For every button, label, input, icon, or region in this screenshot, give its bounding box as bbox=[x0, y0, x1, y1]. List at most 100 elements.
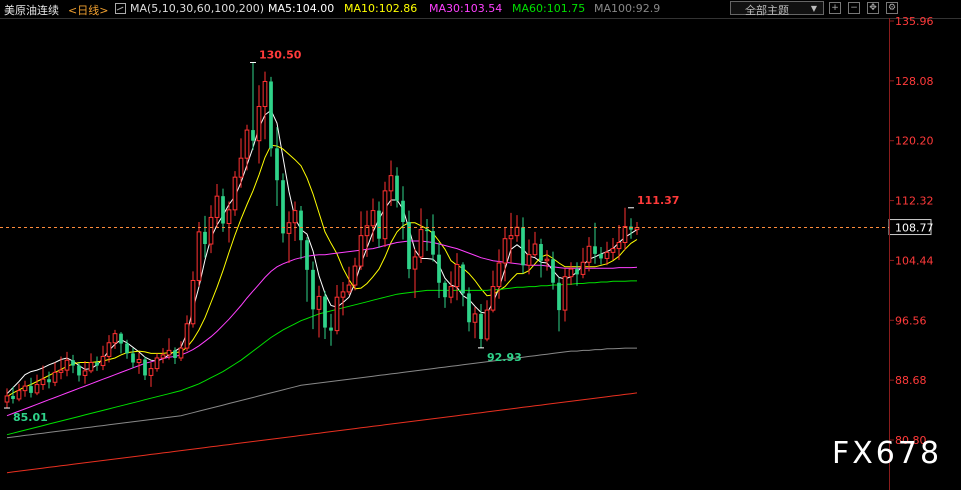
candle-body bbox=[616, 242, 622, 250]
candle-body bbox=[448, 286, 454, 298]
candle-body bbox=[214, 195, 220, 218]
candle bbox=[77, 362, 81, 382]
candle-body bbox=[532, 243, 538, 256]
candle-body bbox=[238, 157, 244, 178]
candle bbox=[269, 76, 273, 157]
candle-body bbox=[203, 231, 207, 245]
candle-body bbox=[526, 254, 532, 266]
candle bbox=[532, 231, 538, 257]
candlestick-chart[interactable]: 108.77 130.50 111.37 92.93 85.01 135.96 128.… bbox=[0, 0, 961, 490]
candle bbox=[407, 210, 411, 279]
candle bbox=[461, 262, 465, 307]
moving-average-lines bbox=[6, 109, 638, 474]
candle-body bbox=[443, 282, 447, 298]
candle-body bbox=[281, 180, 285, 234]
candle bbox=[329, 313, 333, 346]
candle-body bbox=[604, 251, 610, 259]
annotation-label: 85.01 bbox=[13, 411, 48, 424]
candle-body bbox=[232, 176, 238, 211]
candle bbox=[29, 377, 33, 398]
candle-body bbox=[323, 296, 327, 328]
candle-body bbox=[95, 362, 99, 366]
candle bbox=[514, 215, 520, 242]
candle-body bbox=[586, 245, 592, 263]
candle-body bbox=[377, 210, 381, 239]
current-price-line: 108.77 bbox=[0, 219, 934, 236]
candle bbox=[484, 300, 490, 342]
candle-body bbox=[16, 390, 22, 400]
candle-body bbox=[52, 371, 58, 383]
candle bbox=[251, 62, 255, 150]
candle-body bbox=[64, 359, 70, 371]
candle bbox=[377, 201, 381, 248]
candle-body bbox=[484, 309, 490, 340]
candle bbox=[575, 262, 579, 286]
candle bbox=[401, 186, 405, 240]
candle-body bbox=[622, 226, 628, 244]
candle-body bbox=[454, 264, 460, 288]
candle bbox=[214, 184, 220, 229]
candle bbox=[262, 71, 268, 140]
y-tick-label: 96.56 bbox=[895, 314, 927, 327]
candle-body bbox=[461, 264, 465, 294]
candle-body bbox=[119, 333, 123, 344]
candle bbox=[4, 388, 10, 409]
candle bbox=[580, 247, 586, 279]
candle-body bbox=[208, 216, 214, 245]
y-tick-label: 112.32 bbox=[895, 195, 934, 208]
candle bbox=[143, 356, 147, 380]
candle bbox=[539, 238, 543, 278]
candle-body bbox=[401, 200, 405, 222]
candle-body bbox=[131, 353, 135, 363]
candle bbox=[352, 257, 358, 291]
candle bbox=[148, 362, 154, 387]
candle-body bbox=[467, 293, 471, 323]
candle bbox=[437, 242, 441, 298]
y-tick-label: 128.08 bbox=[895, 75, 934, 88]
candle bbox=[316, 285, 322, 338]
candle-body bbox=[47, 379, 51, 383]
candle bbox=[448, 271, 454, 304]
candle bbox=[358, 211, 364, 270]
candle-body bbox=[77, 365, 81, 376]
candle-body bbox=[136, 358, 142, 364]
candle-body bbox=[431, 231, 435, 255]
candle-body bbox=[190, 279, 196, 325]
candle-body bbox=[178, 347, 184, 359]
candle-body bbox=[340, 291, 346, 298]
candle bbox=[412, 248, 418, 298]
candle-body bbox=[557, 282, 561, 311]
candle-body bbox=[262, 80, 268, 108]
candle bbox=[106, 335, 112, 363]
candle bbox=[604, 241, 610, 266]
candle bbox=[508, 212, 514, 264]
candle-body bbox=[412, 256, 418, 270]
candle bbox=[131, 348, 135, 368]
y-tick-label: 135.96 bbox=[895, 15, 934, 28]
candle-body bbox=[34, 384, 40, 394]
candle bbox=[221, 188, 225, 232]
candle-body bbox=[22, 385, 28, 392]
candle bbox=[275, 127, 279, 207]
annotation-label: 111.37 bbox=[637, 194, 679, 207]
candle-body bbox=[334, 296, 340, 332]
candle bbox=[443, 280, 447, 308]
candle-body bbox=[479, 313, 483, 339]
candle bbox=[232, 171, 238, 216]
candle-body bbox=[143, 359, 147, 376]
candle-body bbox=[502, 238, 508, 264]
candle-body bbox=[269, 81, 273, 149]
candle bbox=[208, 205, 214, 254]
candle bbox=[490, 270, 496, 313]
candle-body bbox=[29, 386, 33, 393]
candle-body bbox=[418, 229, 424, 258]
candle-body bbox=[311, 269, 315, 310]
candle bbox=[323, 291, 327, 339]
candles bbox=[4, 62, 640, 409]
candle-body bbox=[539, 244, 543, 261]
candle-body bbox=[472, 313, 478, 323]
candle bbox=[467, 287, 471, 332]
candle bbox=[610, 237, 616, 260]
candle-body bbox=[244, 129, 250, 159]
candle-body bbox=[299, 210, 303, 241]
